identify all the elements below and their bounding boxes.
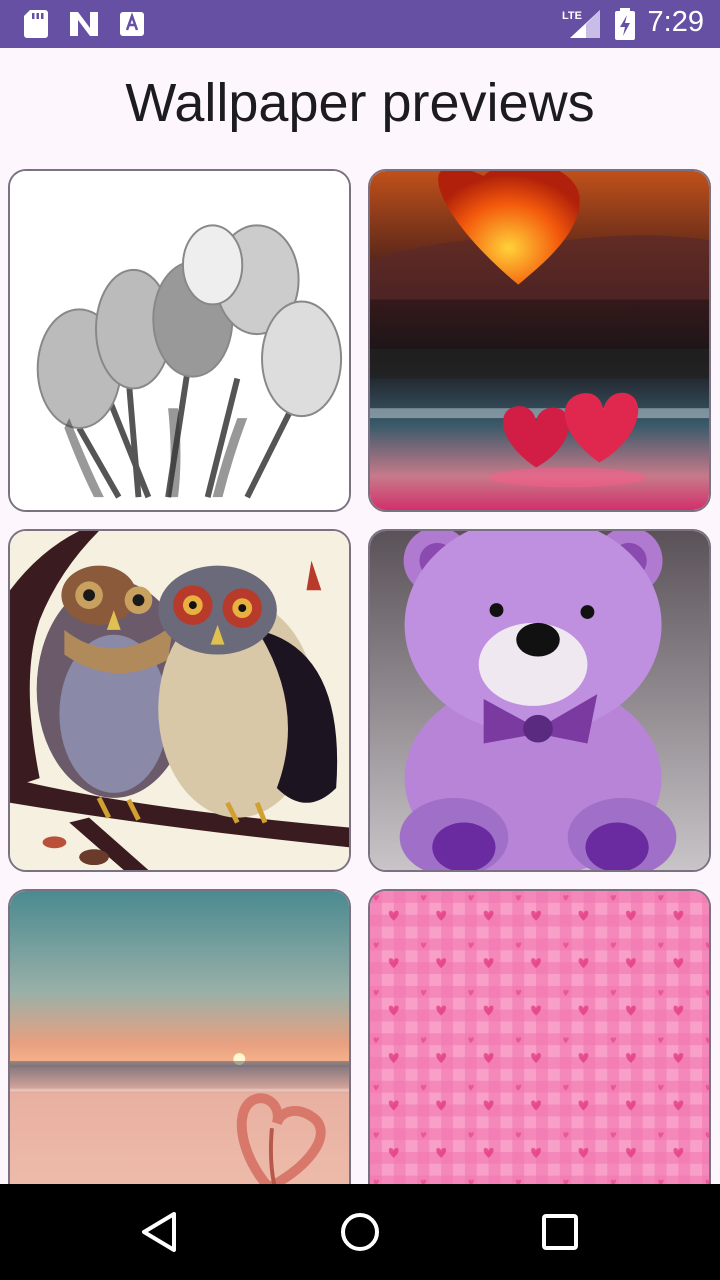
wallpaper-preview-flamingo-sunset[interactable] — [8, 889, 351, 1184]
wallpaper-preview-pink-gingham[interactable] — [368, 889, 711, 1184]
back-button[interactable] — [134, 1206, 186, 1258]
wallpaper-preview-hearts-sunset[interactable] — [368, 169, 711, 512]
wallpaper-preview-tulips[interactable] — [8, 169, 351, 512]
tulips-image — [10, 171, 349, 510]
navigation-bar — [0, 1184, 720, 1280]
recents-button[interactable] — [534, 1206, 586, 1258]
back-icon — [142, 1212, 176, 1252]
flamingo-sunset-image — [10, 891, 349, 1184]
teddy-bear-image — [370, 531, 709, 870]
hearts-sunset-image — [370, 171, 709, 510]
wallpaper-preview-teddy-bear[interactable] — [368, 529, 711, 872]
home-icon — [341, 1213, 379, 1251]
home-button[interactable] — [334, 1206, 386, 1258]
wallpaper-grid — [0, 0, 720, 1184]
recents-icon — [542, 1214, 578, 1250]
wallpaper-preview-owls[interactable] — [8, 529, 351, 872]
pink-gingham-image — [370, 891, 709, 1184]
owls-image — [10, 531, 349, 870]
